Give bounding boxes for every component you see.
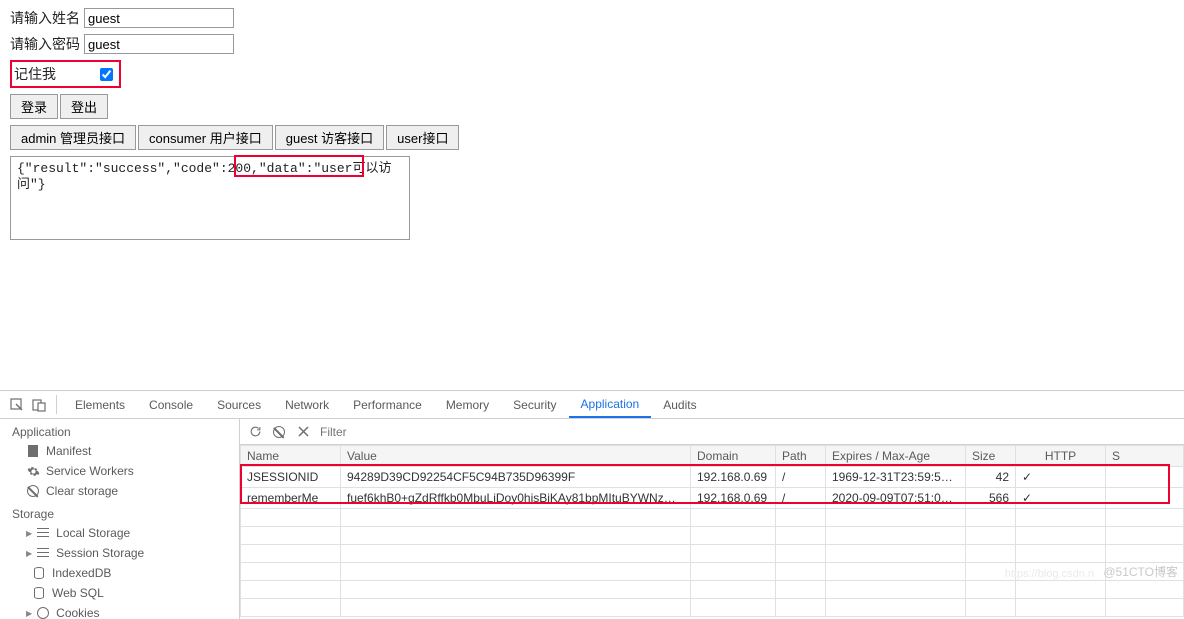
table-row[interactable] <box>241 563 1184 581</box>
tab-security[interactable]: Security <box>501 391 568 418</box>
tab-audits[interactable]: Audits <box>651 391 708 418</box>
col-header-s[interactable]: S <box>1106 446 1184 467</box>
cookies-toolbar <box>240 419 1184 445</box>
password-input[interactable] <box>84 34 234 54</box>
table-row[interactable] <box>241 545 1184 563</box>
sidebar-item-label: Local Storage <box>56 526 130 540</box>
remember-me-checkbox[interactable] <box>100 68 113 81</box>
device-toggle-icon[interactable] <box>28 391 50 418</box>
col-header-size[interactable]: Size <box>966 446 1016 467</box>
cell-path: / <box>776 467 826 488</box>
database-icon <box>32 586 46 600</box>
table-row[interactable] <box>241 581 1184 599</box>
cell-name: JSESSIONID <box>241 467 341 488</box>
table-row[interactable] <box>241 509 1184 527</box>
grid-icon <box>36 546 50 560</box>
table-row[interactable] <box>241 599 1184 617</box>
cell-domain: 192.168.0.69 <box>691 488 776 509</box>
devtools-panel: Elements Console Sources Network Perform… <box>0 390 1184 619</box>
grid-icon <box>36 526 50 540</box>
sidebar-item-manifest[interactable]: Manifest <box>0 441 239 461</box>
cookie-icon <box>36 606 50 619</box>
consumer-api-button[interactable]: consumer 用户接口 <box>138 125 273 150</box>
cell-s <box>1106 467 1184 488</box>
tab-performance[interactable]: Performance <box>341 391 434 418</box>
name-input[interactable] <box>84 8 234 28</box>
sidebar-heading-application: Application <box>0 419 239 441</box>
logout-button[interactable]: 登出 <box>60 94 108 119</box>
remember-me-label: 记住我 <box>14 64 56 84</box>
divider <box>56 395 57 414</box>
tab-network[interactable]: Network <box>273 391 341 418</box>
login-button[interactable]: 登录 <box>10 94 58 119</box>
sidebar-item-cookies[interactable]: Cookies <box>0 603 239 619</box>
result-textarea[interactable]: {"result":"success","code":200,"data":"u… <box>10 156 410 240</box>
user-api-button[interactable]: user接口 <box>386 125 459 150</box>
sidebar-item-label: Session Storage <box>56 546 144 560</box>
cell-size: 566 <box>966 488 1016 509</box>
tab-elements[interactable]: Elements <box>63 391 137 418</box>
devtools-tabbar: Elements Console Sources Network Perform… <box>0 391 1184 419</box>
file-icon <box>26 444 40 458</box>
tab-console[interactable]: Console <box>137 391 205 418</box>
cell-s <box>1106 488 1184 509</box>
sidebar-item-label: Service Workers <box>46 464 134 478</box>
sidebar-item-session-storage[interactable]: Session Storage <box>0 543 239 563</box>
cookies-panel: Name Value Domain Path Expires / Max-Age… <box>240 419 1184 619</box>
sidebar-item-label: IndexedDB <box>52 566 111 580</box>
block-icon[interactable] <box>272 425 286 439</box>
cookies-table-wrap: Name Value Domain Path Expires / Max-Age… <box>240 445 1184 619</box>
cell-size: 42 <box>966 467 1016 488</box>
cell-domain: 192.168.0.69 <box>691 467 776 488</box>
tab-application[interactable]: Application <box>569 391 652 418</box>
col-header-path[interactable]: Path <box>776 446 826 467</box>
password-label: 请输入密码 <box>10 34 80 54</box>
sidebar-item-local-storage[interactable]: Local Storage <box>0 523 239 543</box>
gear-icon <box>26 464 40 478</box>
sidebar-item-clear-storage[interactable]: Clear storage <box>0 481 239 501</box>
cell-value: 94289D39CD92254CF5C94B735D96399F <box>341 467 691 488</box>
cookies-filter-input[interactable] <box>320 422 1176 442</box>
sidebar-item-label: Web SQL <box>52 586 104 600</box>
name-label: 请输入姓名 <box>10 8 80 28</box>
sidebar-item-service-workers[interactable]: Service Workers <box>0 461 239 481</box>
sidebar-item-web-sql[interactable]: Web SQL <box>0 583 239 603</box>
refresh-icon[interactable] <box>248 425 262 439</box>
sidebar-item-indexeddb[interactable]: IndexedDB <box>0 563 239 583</box>
cookies-table: Name Value Domain Path Expires / Max-Age… <box>240 445 1184 617</box>
cell-name: rememberMe <box>241 488 341 509</box>
cell-value: fuef6khB0+gZdRffkb0MbuLiDoy0hisBiKAy81bp… <box>341 488 691 509</box>
table-header-row: Name Value Domain Path Expires / Max-Age… <box>241 446 1184 467</box>
table-row[interactable]: JSESSIONID 94289D39CD92254CF5C94B735D963… <box>241 467 1184 488</box>
cell-expires: 1969-12-31T23:59:59.000Z <box>826 467 966 488</box>
col-header-expires[interactable]: Expires / Max-Age <box>826 446 966 467</box>
table-row[interactable] <box>241 527 1184 545</box>
close-icon[interactable] <box>296 425 310 439</box>
cell-http: ✓ <box>1016 488 1106 509</box>
sidebar-item-label: Cookies <box>56 606 99 619</box>
login-page: 请输入姓名 请输入密码 记住我 登录 登出 admin 管理员接口 consum… <box>0 0 1184 240</box>
database-icon <box>32 566 46 580</box>
sidebar-item-label: Clear storage <box>46 484 118 498</box>
cell-http: ✓ <box>1016 467 1106 488</box>
table-row[interactable]: rememberMe fuef6khB0+gZdRffkb0MbuLiDoy0h… <box>241 488 1184 509</box>
guest-api-button[interactable]: guest 访客接口 <box>275 125 384 150</box>
inspect-icon[interactable] <box>6 391 28 418</box>
result-text: {"result":"success","code":200,"data":"u… <box>17 161 391 192</box>
tab-memory[interactable]: Memory <box>434 391 501 418</box>
sidebar-item-label: Manifest <box>46 444 91 458</box>
tab-sources[interactable]: Sources <box>205 391 273 418</box>
col-header-domain[interactable]: Domain <box>691 446 776 467</box>
col-header-http[interactable]: HTTP <box>1016 446 1106 467</box>
cell-expires: 2020-09-09T07:51:08.141Z <box>826 488 966 509</box>
admin-api-button[interactable]: admin 管理员接口 <box>10 125 136 150</box>
cell-path: / <box>776 488 826 509</box>
col-header-value[interactable]: Value <box>341 446 691 467</box>
col-header-name[interactable]: Name <box>241 446 341 467</box>
sidebar-heading-storage: Storage <box>0 501 239 523</box>
clear-icon <box>26 484 40 498</box>
remember-me-highlight: 记住我 <box>10 60 121 88</box>
application-sidebar: Application Manifest Service Workers Cle… <box>0 419 240 619</box>
